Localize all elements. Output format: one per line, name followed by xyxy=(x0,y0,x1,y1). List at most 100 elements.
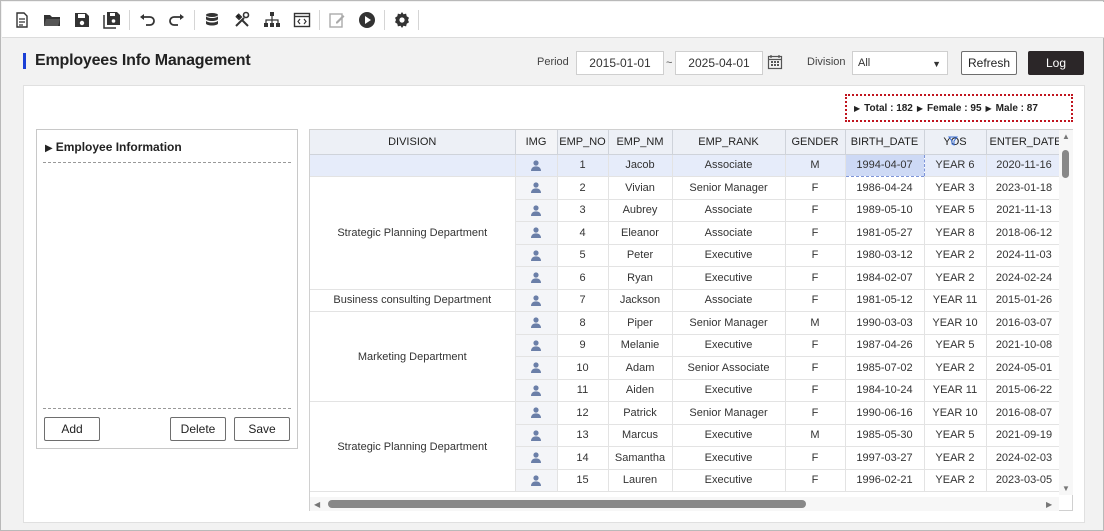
table-row[interactable]: Business consulting Department 7 Jackson As… xyxy=(310,289,1063,312)
cell-emp-nm[interactable]: Marcus xyxy=(608,424,673,447)
cell-emp-nm[interactable]: Jackson xyxy=(608,289,673,312)
cell-gender[interactable]: F xyxy=(785,221,846,245)
undo-icon[interactable] xyxy=(137,10,157,30)
cell-img[interactable] xyxy=(515,266,558,290)
cell-birth-date[interactable]: 1994-04-07 xyxy=(844,153,925,177)
cell-gender[interactable]: F xyxy=(785,244,846,267)
save-icon[interactable] xyxy=(72,10,92,30)
cell-enter-date[interactable]: 2023-01-18 xyxy=(986,176,1063,200)
cell-birth-date[interactable]: 1987-04-26 xyxy=(845,334,925,357)
add-button[interactable]: Add xyxy=(44,417,100,441)
cell-emp-nm[interactable]: Aubrey xyxy=(608,199,673,222)
cell-img[interactable] xyxy=(515,379,558,402)
column-header-enter-date[interactable]: ENTER_DATE xyxy=(986,130,1063,155)
cell-division[interactable]: Marketing Department xyxy=(310,311,516,402)
redo-icon[interactable] xyxy=(167,10,187,30)
cell-emp-rank[interactable]: Associate xyxy=(672,199,786,222)
cell-gender[interactable]: F xyxy=(785,334,846,357)
cell-emp-no[interactable]: 5 xyxy=(557,244,609,267)
cell-enter-date[interactable]: 2024-11-03 xyxy=(986,244,1063,267)
code-window-icon[interactable] xyxy=(292,10,312,30)
cell-birth-date[interactable]: 1990-03-03 xyxy=(845,311,925,335)
column-header-emp-rank[interactable]: EMP_RANK xyxy=(672,130,786,155)
cell-emp-rank[interactable]: Executive xyxy=(672,379,786,402)
cell-emp-rank[interactable]: Executive xyxy=(672,446,786,470)
cell-gender[interactable]: M xyxy=(785,424,846,447)
cell-gender[interactable]: F xyxy=(785,469,846,492)
horizontal-scrollbar[interactable]: ◀ ▶ xyxy=(310,497,1059,511)
save-button[interactable]: Save xyxy=(234,417,290,441)
column-header-emp-nm[interactable]: EMP_NM xyxy=(608,130,673,155)
cell-img[interactable] xyxy=(515,311,558,335)
cell-birth-date[interactable]: 1985-07-02 xyxy=(845,356,925,380)
cell-emp-rank[interactable]: Associate xyxy=(672,154,786,177)
cell-emp-rank[interactable]: Executive xyxy=(672,244,786,267)
cell-img[interactable] xyxy=(515,446,558,470)
cell-emp-rank[interactable]: Executive xyxy=(672,334,786,357)
cell-emp-nm[interactable]: Patrick xyxy=(608,401,673,425)
cell-yos[interactable]: YEAR 5 xyxy=(924,199,987,222)
hierarchy-icon[interactable] xyxy=(262,10,282,30)
column-header-gender[interactable]: GENDER xyxy=(785,130,846,155)
cell-birth-date[interactable]: 1986-04-24 xyxy=(845,176,925,200)
cell-enter-date[interactable]: 2018-06-12 xyxy=(986,221,1063,245)
cell-yos[interactable]: YEAR 2 xyxy=(924,356,987,380)
cell-enter-date[interactable]: 2020-11-16 xyxy=(986,154,1063,177)
cell-gender[interactable]: F xyxy=(785,176,846,200)
cell-emp-nm[interactable]: Melanie xyxy=(608,334,673,357)
cell-enter-date[interactable]: 2015-06-22 xyxy=(986,379,1063,402)
cell-birth-date[interactable]: 1989-05-10 xyxy=(845,199,925,222)
cell-enter-date[interactable]: 2015-01-26 xyxy=(986,289,1063,312)
cell-yos[interactable]: YEAR 5 xyxy=(924,334,987,357)
cell-gender[interactable]: M xyxy=(785,154,846,177)
cell-yos[interactable]: YEAR 10 xyxy=(924,311,987,335)
table-row[interactable]: Strategic Planning Department 2 Vivian Seni… xyxy=(310,176,1063,290)
cell-gender[interactable]: F xyxy=(785,356,846,380)
cell-gender[interactable]: F xyxy=(785,401,846,425)
cell-emp-nm[interactable]: Vivian xyxy=(608,176,673,200)
cell-emp-rank[interactable]: Senior Associate xyxy=(672,356,786,380)
cell-emp-rank[interactable]: Executive xyxy=(672,469,786,492)
log-button[interactable]: Log xyxy=(1028,51,1084,75)
cell-gender[interactable]: M xyxy=(785,311,846,335)
cell-emp-nm[interactable]: Eleanor xyxy=(608,221,673,245)
open-folder-icon[interactable] xyxy=(42,10,62,30)
cell-gender[interactable]: F xyxy=(785,289,846,312)
cell-emp-nm[interactable]: Peter xyxy=(608,244,673,267)
cell-img[interactable] xyxy=(515,356,558,380)
cell-img[interactable] xyxy=(515,289,558,312)
cell-birth-date[interactable]: 1997-03-27 xyxy=(845,446,925,470)
cell-emp-no[interactable]: 4 xyxy=(557,221,609,245)
cell-yos[interactable]: YEAR 6 xyxy=(924,154,987,177)
cell-img[interactable] xyxy=(515,199,558,222)
scroll-right-icon[interactable]: ▶ xyxy=(1046,500,1052,509)
cell-emp-nm[interactable]: Aiden xyxy=(608,379,673,402)
column-header-emp-no[interactable]: EMP_NO xyxy=(557,130,609,155)
cell-img[interactable] xyxy=(515,401,558,425)
cell-img[interactable] xyxy=(515,469,558,492)
cell-birth-date[interactable]: 1996-02-21 xyxy=(845,469,925,492)
cell-division[interactable]: Strategic Planning Department xyxy=(310,176,516,290)
cell-emp-no[interactable]: 3 xyxy=(557,199,609,222)
cell-emp-nm[interactable]: Samantha xyxy=(608,446,673,470)
division-select[interactable]: All ▼ xyxy=(852,51,948,75)
delete-button[interactable]: Delete xyxy=(170,417,226,441)
cell-emp-no[interactable]: 15 xyxy=(557,469,609,492)
cell-gender[interactable]: F xyxy=(785,446,846,470)
cell-enter-date[interactable]: 2024-05-01 xyxy=(986,356,1063,380)
cell-emp-no[interactable]: 6 xyxy=(557,266,609,290)
cell-emp-rank[interactable]: Executive xyxy=(672,424,786,447)
cell-emp-no[interactable]: 11 xyxy=(557,379,609,402)
cell-emp-nm[interactable]: Piper xyxy=(608,311,673,335)
cell-enter-date[interactable]: 2024-02-03 xyxy=(986,446,1063,470)
table-row[interactable]: Strategic Planning Department 12 Patrick Se… xyxy=(310,401,1063,492)
date-to-input[interactable]: 2025-04-01 xyxy=(675,51,763,75)
horizontal-scroll-thumb[interactable] xyxy=(328,500,806,508)
cell-img[interactable] xyxy=(515,221,558,245)
save-all-icon[interactable] xyxy=(102,10,122,30)
cell-emp-rank[interactable]: Associate xyxy=(672,289,786,312)
filter-icon[interactable] xyxy=(948,136,958,146)
scroll-left-icon[interactable]: ◀ xyxy=(314,500,320,509)
edit-icon[interactable] xyxy=(327,10,347,30)
cell-enter-date[interactable]: 2021-09-19 xyxy=(986,424,1063,447)
